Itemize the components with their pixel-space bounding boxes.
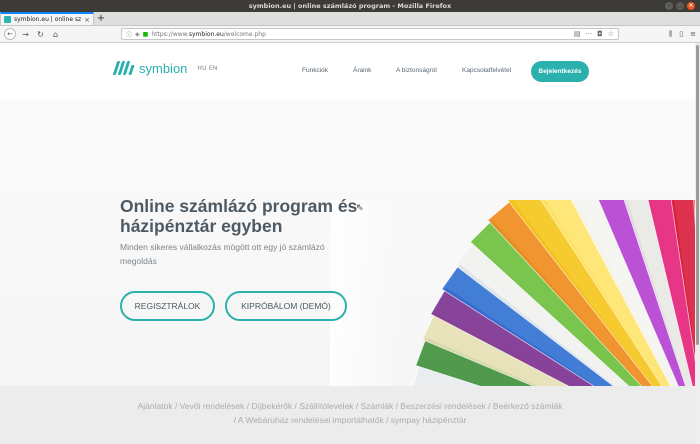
minimize-button[interactable]: – xyxy=(665,2,673,10)
url-text: https://www.symbion.eu/welcome.php xyxy=(151,30,266,38)
language-switcher[interactable]: HU EN xyxy=(197,65,217,72)
reader-view-icon[interactable]: ▤ xyxy=(574,30,581,38)
demo-button[interactable]: KIPRÓBÁLOM (DEMÓ) xyxy=(225,291,347,321)
hero-subtitle: Minden sikeres vállalkozás mögött ott eg… xyxy=(120,242,325,266)
site-header: symbion HU EN Funkciók Áraink A biztonsá… xyxy=(0,43,700,100)
nav-funkciok[interactable]: Funkciók xyxy=(302,67,328,74)
url-bar[interactable]: ⓘ ◈ ■ https://www.symbion.eu/welcome.php… xyxy=(121,28,619,40)
web-page: symbion HU EN Funkciók Áraink A biztonsá… xyxy=(0,43,700,444)
favicon-icon xyxy=(4,16,11,23)
page-scrollbar[interactable] xyxy=(695,43,700,444)
pocket-icon[interactable]: ◘ xyxy=(597,30,603,38)
window-title: symbion.eu | online számlázó program - M… xyxy=(248,2,452,10)
info-icon[interactable]: ⓘ xyxy=(126,30,132,39)
browser-tab-active[interactable]: symbion.eu | online számlá × xyxy=(0,12,94,25)
lock-icon: ■ xyxy=(142,30,149,38)
menu-hamburger-icon[interactable]: ≡ xyxy=(690,30,696,39)
tracking-shield-icon[interactable]: ◈ xyxy=(135,31,140,38)
forward-button[interactable]: → xyxy=(20,30,31,39)
symbion-logo-icon xyxy=(112,60,135,76)
logo-text: symbion xyxy=(139,60,188,76)
tab-bar: symbion.eu | online számlá × + xyxy=(0,12,700,26)
site-logo[interactable]: symbion HU EN xyxy=(112,60,218,76)
reload-button[interactable]: ↻ xyxy=(35,30,46,39)
sidebar-icon[interactable]: ▯ xyxy=(679,30,683,39)
window-titlebar: symbion.eu | online számlázó program - M… xyxy=(0,0,700,12)
close-window-button[interactable]: × xyxy=(687,2,695,10)
tab-title: symbion.eu | online számlá xyxy=(14,16,82,23)
features-band: Ajánlatok / Vevői rendelések / Díjbekérő… xyxy=(0,386,700,444)
hero-title: Online számlázó program és házipénztár e… xyxy=(120,196,358,236)
back-button[interactable]: ← xyxy=(4,28,16,40)
maximize-button[interactable]: □ xyxy=(676,2,684,10)
register-button[interactable]: REGISZTRÁLOK xyxy=(120,291,215,321)
features-line-2: / A Webáruház rendelései importálhatók /… xyxy=(233,415,467,425)
new-tab-button[interactable]: + xyxy=(94,12,108,25)
navigation-toolbar: ← → ↻ ⌂ ⓘ ◈ ■ https://www.symbion.eu/wel… xyxy=(0,26,700,43)
scrollbar-thumb[interactable] xyxy=(696,45,699,345)
close-tab-icon[interactable]: × xyxy=(84,16,90,24)
home-button[interactable]: ⌂ xyxy=(50,30,61,39)
nav-biztonsag[interactable]: A biztonságról xyxy=(396,67,437,74)
bookmark-star-icon[interactable]: ☆ xyxy=(608,30,614,38)
features-line-1: Ajánlatok / Vevői rendelések / Díjbekérő… xyxy=(137,401,563,411)
nav-kapcsolat[interactable]: Kapcsolatfelvétel xyxy=(462,67,511,74)
folder-fan-illustration xyxy=(330,200,700,387)
library-icon[interactable]: ⫼ xyxy=(669,30,672,39)
login-button[interactable]: Bejelentkezés xyxy=(531,61,589,82)
nav-araink[interactable]: Áraink xyxy=(353,67,371,74)
hero-section: ⇖ Online számlázó program és házipénztár… xyxy=(0,100,700,387)
page-actions-icon[interactable]: ··· xyxy=(585,30,592,38)
